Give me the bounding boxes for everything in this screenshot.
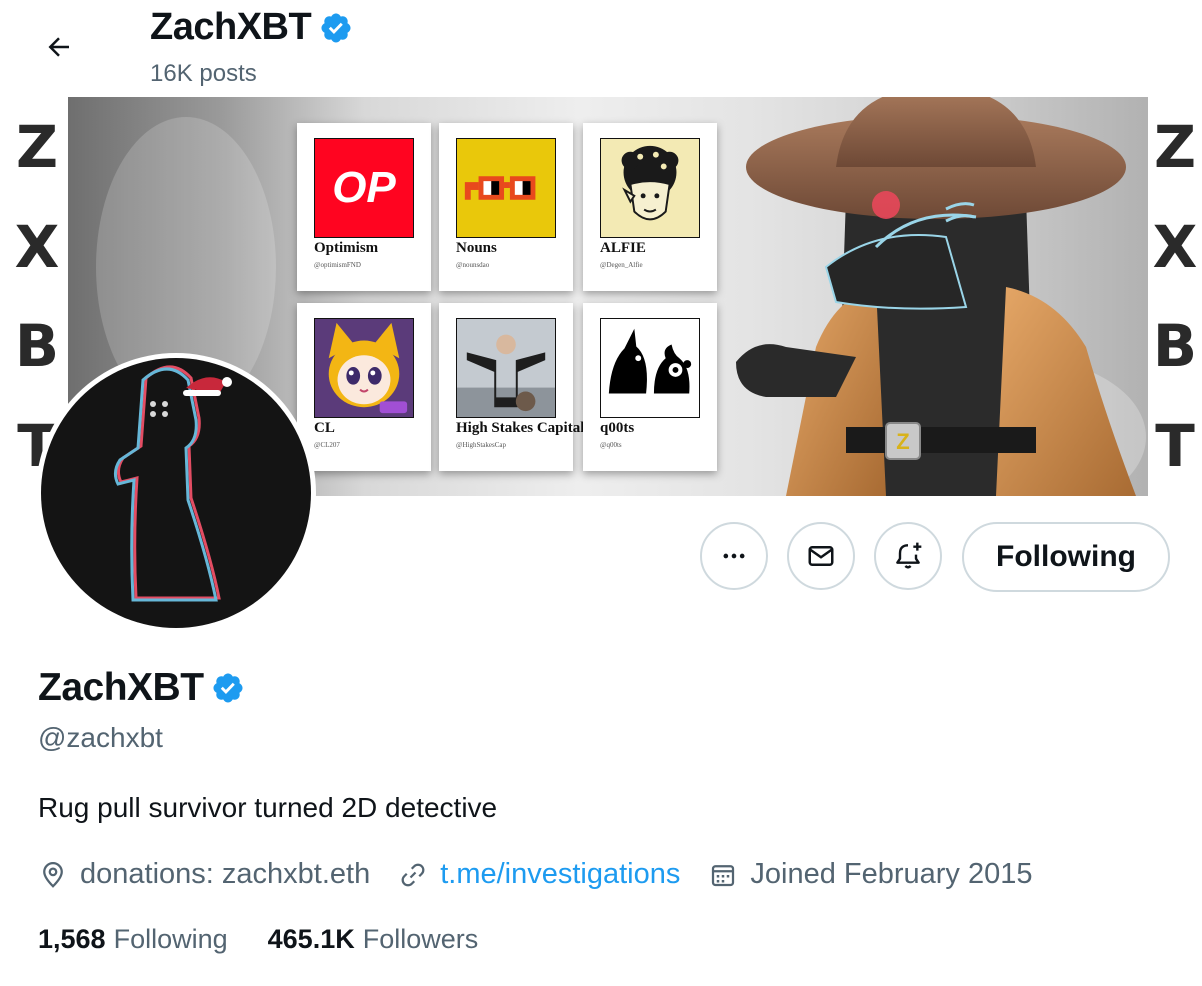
header-title: ZachXBT [150, 6, 353, 49]
calendar-icon [712, 864, 735, 886]
followers-stat[interactable]: 465.1K Followers [268, 924, 479, 955]
profile-handle: @zachxbt [38, 722, 163, 753]
edge-letter: B [1152, 312, 1198, 381]
alfie-logo [600, 138, 700, 238]
verified-badge-icon [321, 12, 351, 43]
card-name: Nouns [456, 240, 497, 256]
verified-badge-icon[interactable] [211, 671, 245, 705]
notifications-button[interactable] [874, 522, 942, 590]
card-name: CL [314, 420, 335, 436]
back-arrow-icon [48, 37, 69, 57]
optimism-logo: OP [314, 138, 414, 238]
link-icon [401, 863, 425, 886]
banner-card-alfie: ALFIE @Degen_Alfie [583, 123, 717, 291]
detective-character-illustration: Z [736, 97, 1136, 496]
banner-card-optimism: OP Optimism @optimismFND [297, 123, 431, 291]
edge-letter: X [14, 212, 60, 281]
bell-plus-icon [896, 542, 922, 569]
profile-header: ZachXBT 16K posts [0, 0, 1202, 97]
q00ts-logo [600, 318, 700, 418]
edge-letter: B [14, 312, 60, 381]
location-text: donations: zachxbt.eth [80, 858, 371, 890]
card-name: High Stakes Capital [456, 420, 585, 436]
mail-icon [808, 546, 834, 566]
location-icon [43, 861, 63, 888]
card-handle: @q00ts [600, 441, 622, 449]
edge-letter: T [1155, 412, 1195, 481]
edge-letter: X [1152, 212, 1198, 281]
link-item[interactable]: t.me/investigations [398, 858, 680, 891]
card-name: q00ts [600, 420, 635, 436]
location-item: donations: zachxbt.eth [38, 858, 370, 891]
profile-meta: donations: zachxbt.eth t.me/investigatio… [38, 858, 1061, 891]
profile-bio: Rug pull survivor turned 2D detective [38, 792, 498, 823]
anime-cat-icon [315, 319, 413, 417]
banner-card-q00ts: q00ts @q00ts [583, 303, 717, 471]
profile-link[interactable]: t.me/investigations [440, 858, 680, 891]
banner-card-high-stakes-capital: High Stakes Capital @HighStakesCap [439, 303, 584, 471]
card-name: Optimism [314, 240, 379, 256]
edge-letter: Z [1153, 112, 1197, 181]
following-count: 1,568 [38, 924, 106, 954]
edge-letter: Z [15, 112, 59, 181]
card-handle: @optimismFND [314, 261, 361, 269]
card-name: ALFIE [600, 240, 646, 256]
card-handle: @HighStakesCap [456, 441, 506, 449]
card-handle: @CL207 [314, 441, 340, 449]
banner-card-nouns: Nouns @nounsdao [439, 123, 573, 291]
back-button[interactable] [36, 24, 82, 70]
joined-item: Joined February 2015 [708, 858, 1033, 891]
post-count: 16K posts [150, 60, 257, 87]
optimism-logo-text: OP [332, 163, 396, 212]
noggles-icon [464, 176, 536, 200]
following-stat[interactable]: 1,568 Following [38, 924, 228, 955]
high-stakes-photo [456, 318, 556, 418]
more-icon [723, 553, 745, 559]
cl-avatar [314, 318, 414, 418]
banner-edge-text-right: Z X B T [1148, 97, 1202, 496]
penguin-outline-icon [113, 365, 232, 602]
display-name: ZachXBT [38, 666, 204, 709]
following-label: Following [113, 924, 228, 954]
person-photo-icon [457, 319, 555, 417]
profile-avatar[interactable] [36, 353, 316, 633]
followers-label: Followers [362, 924, 479, 954]
svg-text:Z: Z [896, 429, 909, 454]
banner-card-cl: CL @CL207 [297, 303, 431, 471]
alfie-face-icon [621, 145, 679, 221]
card-handle: @Degen_Alfie [600, 261, 643, 269]
nouns-logo [456, 138, 556, 238]
more-button[interactable] [700, 522, 768, 590]
header-name: ZachXBT [150, 6, 312, 48]
joined-text: Joined February 2015 [750, 858, 1033, 890]
card-handle: @nounsdao [456, 261, 490, 269]
avatar-image [41, 358, 311, 628]
profile-name: ZachXBT [38, 666, 245, 710]
message-button[interactable] [787, 522, 855, 590]
q00ts-creatures-icon [608, 328, 692, 394]
following-button[interactable]: Following [962, 522, 1170, 592]
followers-count: 465.1K [267, 924, 355, 954]
profile-stats: 1,568 Following 465.1K Followers [38, 924, 518, 955]
